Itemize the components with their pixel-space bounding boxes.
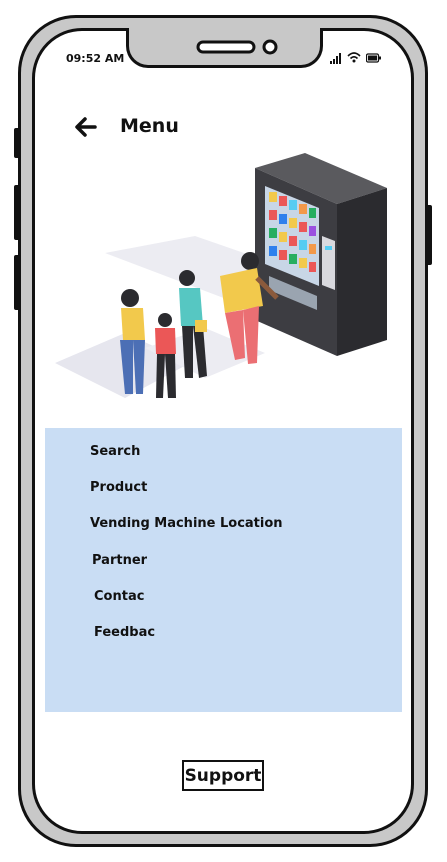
- volume-up-button: [14, 185, 20, 240]
- support-button[interactable]: Support: [182, 760, 264, 791]
- power-button: [426, 205, 432, 265]
- speaker-camera-icon: [196, 39, 278, 55]
- menu-item-partner[interactable]: Partner: [92, 553, 147, 568]
- back-arrow-icon[interactable]: [74, 116, 98, 138]
- menu-item-feedback[interactable]: Feedbac: [94, 625, 155, 640]
- battery-icon: [366, 53, 381, 63]
- menu-item-vending-machine-location[interactable]: Vending Machine Location: [90, 516, 283, 531]
- status-time: 09:52 AM: [66, 52, 125, 65]
- signal-icon: [330, 53, 341, 64]
- volume-down-button: [14, 255, 20, 310]
- vending-machine-illustration: [55, 153, 387, 398]
- menu-panel: [45, 428, 402, 712]
- page-title: Menu: [120, 115, 179, 137]
- menu-item-product[interactable]: Product: [90, 480, 147, 495]
- menu-item-contact[interactable]: Contac: [94, 589, 144, 604]
- mute-switch: [14, 128, 20, 158]
- wifi-icon: [347, 52, 361, 63]
- menu-item-search[interactable]: Search: [90, 444, 140, 459]
